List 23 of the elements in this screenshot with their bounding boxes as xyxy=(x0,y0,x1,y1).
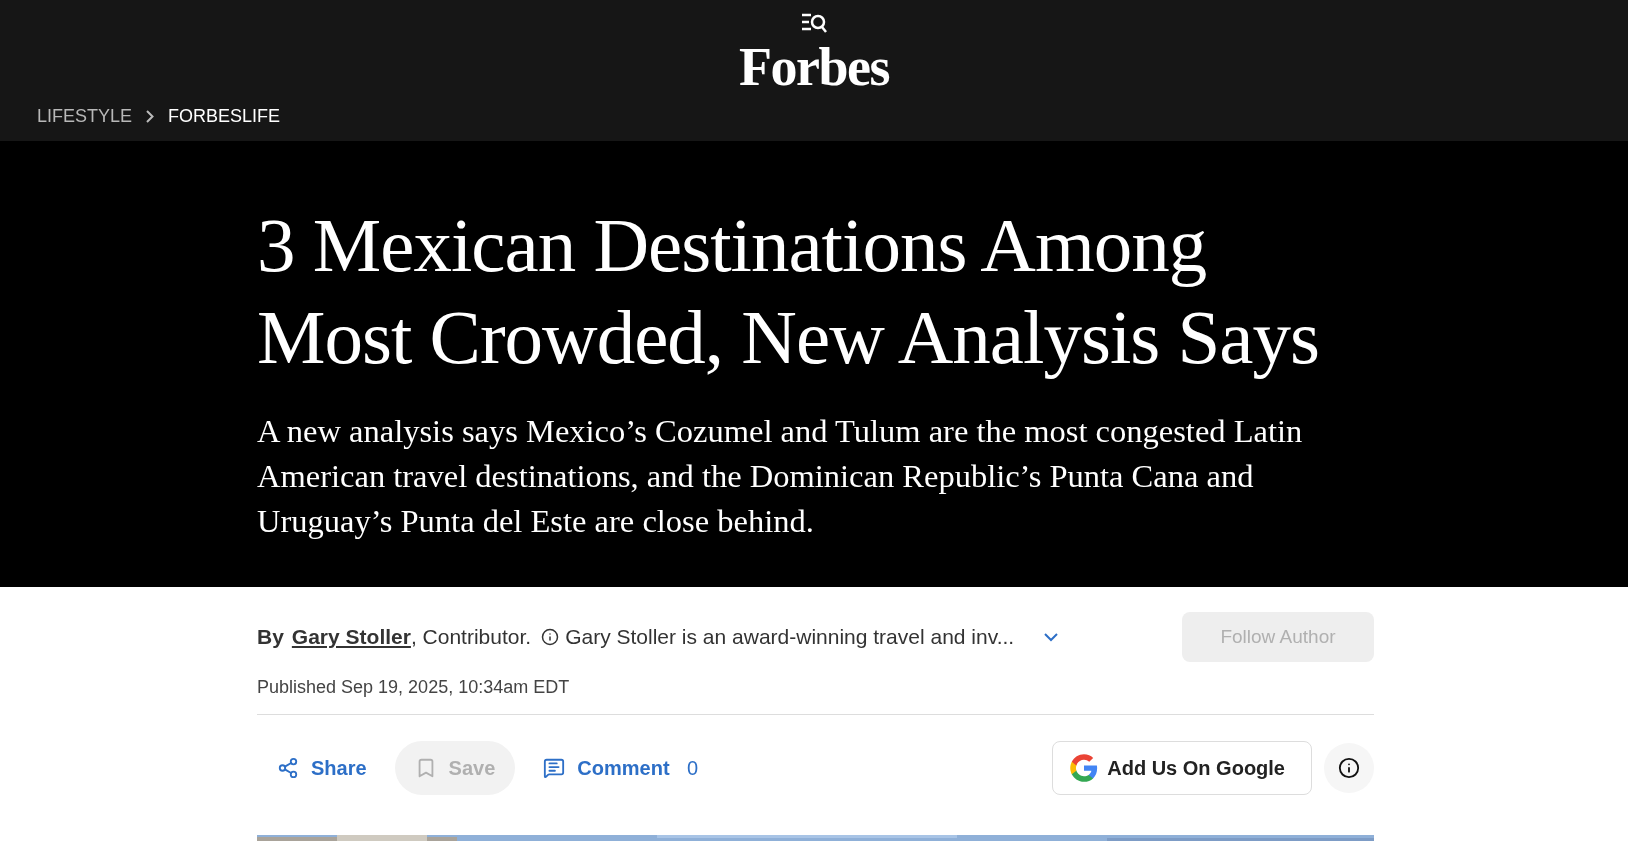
breadcrumb-link[interactable]: LIFESTYLE xyxy=(37,106,133,127)
chevron-down-icon xyxy=(1044,632,1059,642)
publish-date: Published Sep 19, 2025, 10:34am EDT xyxy=(257,677,1374,715)
breadcrumb-link[interactable]: FORBESLIFE xyxy=(168,106,281,127)
google-logo-icon xyxy=(1069,753,1100,783)
author-role: , Contributor. xyxy=(410,625,532,649)
add-us-on-google-button[interactable]: Add Us On Google xyxy=(1052,741,1312,795)
share-icon xyxy=(277,757,299,779)
author-link[interactable]: Gary Stoller xyxy=(291,625,411,649)
share-button[interactable]: Share xyxy=(257,741,387,795)
byline-prefix: By xyxy=(257,625,284,649)
expand-button[interactable] xyxy=(1044,632,1059,642)
search-menu-icon[interactable] xyxy=(801,12,827,34)
author-bio: Gary Stoller is an award-winning travel and inv... xyxy=(565,625,1015,649)
info-icon xyxy=(541,628,560,646)
info-icon xyxy=(1338,757,1360,779)
article-subtitle: A new analysis says Mexico’s Cozumel and Tulum are the most congested Latin American travel destinations, and the Dominican Republic’s Punta Cana and Uruguay’s Punta del Este are close behind. xyxy=(257,412,1304,541)
info-button[interactable] xyxy=(1324,743,1374,793)
article-title: 3 Mexican Destinations Among Most Crowded, New Analysis Says xyxy=(257,201,1320,382)
forbes-logo[interactable]: Forbes xyxy=(739,40,889,94)
comment-button[interactable]: Comment 0 xyxy=(523,741,719,795)
comment-icon xyxy=(543,757,566,779)
chevron-right-icon xyxy=(146,110,155,123)
